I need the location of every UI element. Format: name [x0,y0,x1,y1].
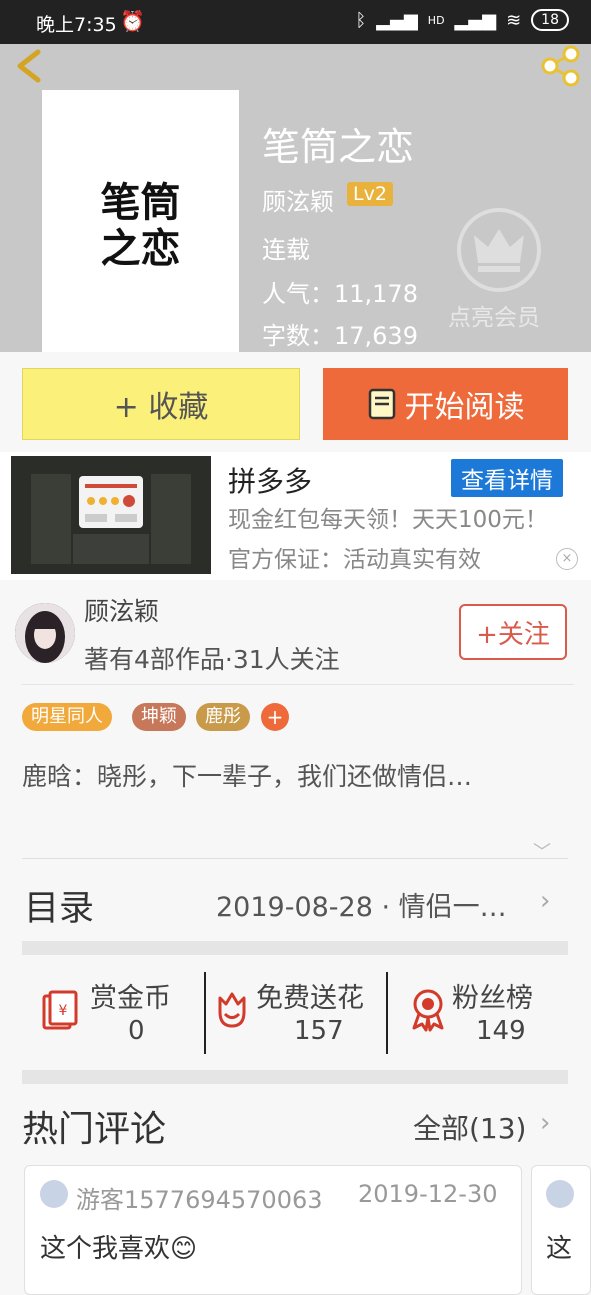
cover-title-line1: 笔筒 [100,179,181,226]
start-reading-button[interactable]: 开始阅读 [323,368,568,440]
reward-coins[interactable]: ¥ 赏金币 0 [22,968,202,1056]
cover-title-line2: 之恋 [100,225,181,272]
chevron-right-icon[interactable]: › [540,886,550,916]
comment-text: 这 [546,1234,573,1264]
signal-icon: ▂▄▆ [376,9,418,31]
fan-ranking-value: 149 [476,1016,526,1046]
book-author[interactable]: 顾泫颖 [262,182,334,217]
all-comments-link[interactable]: 全部(13) [413,1107,526,1147]
add-tag-button[interactable]: + [261,703,289,731]
book-word-count: 字数：17,639 [262,322,418,350]
tag-item[interactable]: 明星同人 [22,703,112,731]
free-flowers-label: 免费送花 [256,983,364,1014]
crown-icon [457,208,541,292]
cover-title: 笔筒 之恋 [42,180,239,272]
toc-title[interactable]: 目录 [24,880,94,931]
back-button[interactable] [12,46,48,86]
tag-item[interactable]: 坤颖 [132,703,186,731]
comment-date: 2019-12-30 [358,1180,498,1208]
ad-title[interactable]: 拼多多 [228,460,312,500]
share-icon [541,45,580,87]
divider [22,684,574,685]
share-button[interactable] [538,44,582,88]
chevron-right-icon[interactable]: › [540,1108,550,1138]
chevron-down-icon[interactable]: ﹀ [533,838,551,864]
ad-image[interactable] [11,456,211,574]
free-flowers-value: 157 [294,1016,344,1046]
collect-button[interactable]: + 收藏 [22,368,300,440]
bluetooth-icon: ᛒ [355,9,367,31]
svg-text:¥: ¥ [59,1003,68,1019]
ad-close-icon[interactable]: × [556,548,578,570]
free-flowers[interactable]: 免费送花 157 [206,968,386,1056]
flower-icon [218,992,246,1028]
book-popularity: 人气：11,178 [262,280,418,308]
tag-item[interactable]: 鹿彤 [196,703,250,731]
comment-user: 游客1577694570063 [76,1186,323,1214]
author-level-badge: Lv2 [347,182,393,206]
follow-button[interactable]: +关注 [459,604,567,660]
medal-icon [412,989,444,1032]
status-time: 晚上7:35 [36,14,117,36]
user-avatar-icon [546,1180,574,1208]
stats-row: ¥ 赏金币 0 免费送花 157 粉丝榜 149 [22,968,568,1060]
wifi-icon: ≋ [506,9,522,31]
chevron-left-icon [17,49,41,83]
section-separator [22,941,568,955]
toc-latest-chapter[interactable]: 2019-08-28 · 情侣一… [216,885,507,924]
member-button[interactable] [454,205,544,295]
comment-text: 这个我喜欢😊 [40,1234,198,1264]
start-reading-label: 开始阅读 [404,390,525,425]
reward-coins-label: 赏金币 [90,983,171,1014]
member-label[interactable]: 点亮会员 [448,298,540,332]
section-separator [22,1070,568,1084]
signal-icon-2: ▂▄▆ [454,9,497,31]
book-title: 笔筒之恋 [262,125,415,169]
reward-coins-value: 0 [128,1016,145,1046]
battery-indicator: 18 [531,9,569,31]
user-avatar-icon [40,1180,68,1208]
fan-ranking-label: 粉丝榜 [452,983,533,1014]
network-type: HD [427,13,445,27]
author-name[interactable]: 顾泫颖 [84,592,159,628]
hot-comments-title: 热门评论 [22,1109,167,1150]
status-icons: ᛒ ▂▄▆ HD ▂▄▆ ≋ 18 [355,9,569,31]
book-intro[interactable]: 鹿晗：晓彤，下一辈子，我们还做情侣… [22,757,562,797]
fan-ranking[interactable]: 粉丝榜 149 [388,968,568,1056]
divider [22,858,568,859]
status-bar: 晚上7:35 ⏰ ᛒ ▂▄▆ HD ▂▄▆ ≋ 18 [0,0,591,44]
alarm-icon: ⏰ [120,9,145,33]
avatar[interactable] [15,603,75,663]
book-icon [368,388,395,420]
ad-description[interactable]: 现金红包每天领！天天100元！官方保证：活动真实有效 [228,500,568,580]
red-envelope-icon: ¥ [42,990,78,1030]
book-status: 连载 [262,236,310,264]
ad-details-button[interactable]: 查看详情 [451,459,563,497]
author-info: 著有4部作品·31人关注 [84,645,340,674]
